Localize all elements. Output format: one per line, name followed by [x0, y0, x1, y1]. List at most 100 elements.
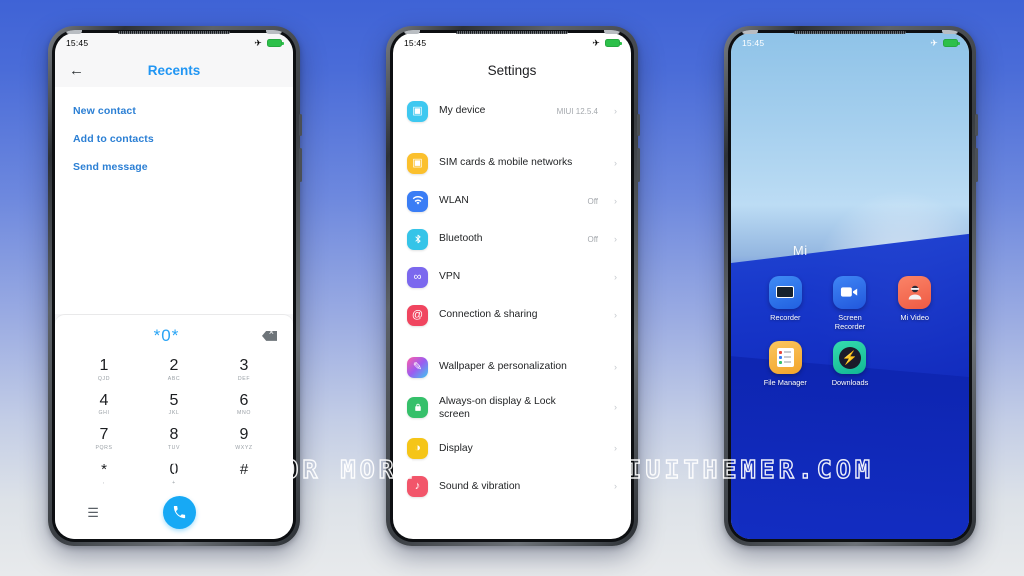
lock-icon	[407, 397, 428, 418]
chevron-right-icon: ›	[614, 482, 617, 491]
settings-row-label: SIM cards & mobile networks	[439, 156, 587, 169]
corner-notch-right	[266, 30, 282, 34]
dial-key-letters: MNO	[209, 410, 279, 416]
settings-row-display[interactable]: ◑ Display ›	[393, 430, 631, 468]
power-button[interactable]	[299, 114, 302, 136]
dial-key-2[interactable]: 2 ABC	[139, 353, 209, 386]
dial-key-9[interactable]: 9 WXYZ	[209, 422, 279, 455]
power-button[interactable]	[975, 114, 978, 136]
dial-key-3[interactable]: 3 DEF	[209, 353, 279, 386]
settings-row-label: VPN	[439, 270, 587, 283]
chevron-right-icon: ›	[614, 235, 617, 244]
settings-app: 15:45 ✈ Settings ▣ My device MIUI 12.5.4	[393, 33, 631, 539]
app-recorder[interactable]: Recorder	[753, 276, 818, 332]
action-add-to-contacts[interactable]: Add to contacts	[55, 125, 293, 153]
battery-icon	[267, 39, 282, 47]
app-downloads[interactable]: ⚡ Downloads	[818, 341, 883, 387]
settings-row-vpn[interactable]: ∞ VPN ›	[393, 258, 631, 296]
corner-notch-left	[404, 30, 420, 34]
recents-action-list: New contact Add to contacts Send message	[55, 87, 293, 181]
dial-key-number: 7	[69, 427, 139, 444]
airplane-mode-icon: ✈	[592, 39, 600, 48]
dial-key-hash[interactable]: #	[209, 457, 279, 490]
settings-row-bluetooth[interactable]: Bluetooth Off ›	[393, 220, 631, 258]
phone-device-dialer: 15:45 ✈ ← Recents New contact Add to con…	[48, 26, 300, 546]
page-title: Recents	[55, 63, 293, 78]
dial-key-number: 5	[139, 393, 209, 410]
call-button[interactable]	[163, 496, 196, 529]
person-glyph	[906, 283, 924, 301]
wifi-glyph	[412, 195, 424, 207]
wifi-icon	[407, 191, 428, 212]
dial-key-0[interactable]: 0 +	[139, 457, 209, 490]
back-icon[interactable]: ←	[69, 63, 84, 78]
dial-key-star[interactable]: * ,	[69, 457, 139, 490]
dial-key-letters: ABC	[139, 376, 209, 382]
wallpaper-mi-logo: Mi	[793, 243, 808, 258]
display-icon: ◑	[407, 438, 428, 459]
volume-button[interactable]	[975, 148, 978, 182]
sim-icon: ▣	[407, 153, 428, 174]
dial-key-1[interactable]: 1 QJD	[69, 353, 139, 386]
settings-row-connection-sharing[interactable]: @ Connection & sharing ›	[393, 296, 631, 334]
dial-key-6[interactable]: 6 MNO	[209, 388, 279, 421]
dialed-number[interactable]: *0*	[71, 326, 262, 346]
dial-key-5[interactable]: 5 JKL	[139, 388, 209, 421]
dial-key-number: 3	[209, 358, 279, 375]
battery-icon	[943, 39, 958, 47]
phone3-screen: 15:45 ✈ Mi Recorder Screen Recorder Mi V…	[731, 33, 969, 539]
dial-key-number: #	[209, 462, 279, 478]
settings-row-label: Always-on display & Lock screen	[439, 395, 587, 422]
dial-key-7[interactable]: 7 PQRS	[69, 422, 139, 455]
dial-key-number: 0	[139, 462, 209, 479]
app-mi-video[interactable]: Mi Video	[882, 276, 947, 332]
settings-row-label: WLAN	[439, 194, 576, 207]
dial-key-8[interactable]: 8 TUV	[139, 422, 209, 455]
status-right-group: ✈	[254, 39, 282, 48]
action-send-message[interactable]: Send message	[55, 153, 293, 181]
list-icon[interactable]: ☰	[87, 506, 99, 519]
phone-icon	[172, 505, 187, 520]
settings-row-label: Connection & sharing	[439, 308, 587, 321]
lock-glyph	[413, 402, 423, 413]
dialpad-panel: *0* 1 QJD 2 ABC	[55, 314, 293, 539]
settings-row-label: Display	[439, 442, 587, 455]
recents-header: ← Recents	[55, 53, 293, 87]
dial-key-number: 6	[209, 393, 279, 410]
volume-button[interactable]	[299, 148, 302, 182]
chevron-right-icon: ›	[614, 159, 617, 168]
chevron-right-icon: ›	[614, 273, 617, 282]
status-time: 15:45	[404, 38, 426, 48]
corner-notch-right	[942, 30, 958, 34]
phone-device-settings: 15:45 ✈ Settings ▣ My device MIUI 12.5.4	[386, 26, 638, 546]
app-file-manager[interactable]: File Manager	[753, 341, 818, 387]
power-button[interactable]	[637, 114, 640, 136]
volume-button[interactable]	[637, 148, 640, 182]
settings-row-sim-cards[interactable]: ▣ SIM cards & mobile networks ›	[393, 144, 631, 182]
dial-key-letters: ,	[69, 479, 139, 485]
backspace-icon[interactable]	[262, 331, 277, 341]
dial-key-letters: QJD	[69, 376, 139, 382]
settings-row-wlan[interactable]: WLAN Off ›	[393, 182, 631, 220]
app-screen-recorder[interactable]: Screen Recorder	[818, 276, 883, 332]
dial-key-letters: TUV	[139, 445, 209, 451]
dial-key-letters: +	[139, 480, 209, 486]
downloads-icon: ⚡	[833, 341, 866, 374]
phone3-bezel: 15:45 ✈ Mi Recorder Screen Recorder Mi V…	[728, 30, 972, 542]
dial-key-letters: WXYZ	[209, 445, 279, 451]
action-new-contact[interactable]: New contact	[55, 97, 293, 125]
phone3-status-bar: 15:45 ✈	[731, 33, 969, 53]
settings-row-sound-vibration[interactable]: ♪ Sound & vibration ›	[393, 468, 631, 506]
recorder-icon	[769, 276, 802, 309]
screenshot-stage: 15:45 ✈ ← Recents New contact Add to con…	[0, 0, 1024, 576]
corner-notch-left	[742, 30, 758, 34]
settings-row-wallpaper[interactable]: ✎ Wallpaper & personalization ›	[393, 348, 631, 386]
settings-row-my-device[interactable]: ▣ My device MIUI 12.5.4 ›	[393, 92, 631, 130]
dial-key-4[interactable]: 4 GHI	[69, 388, 139, 421]
airplane-mode-icon: ✈	[930, 39, 938, 48]
phone2-status-bar: 15:45 ✈	[393, 33, 631, 53]
dial-key-number: 2	[139, 358, 209, 375]
settings-row-always-on-display[interactable]: Always-on display & Lock screen ›	[393, 386, 631, 430]
status-right-group: ✈	[930, 39, 958, 48]
vpn-icon: ∞	[407, 267, 428, 288]
